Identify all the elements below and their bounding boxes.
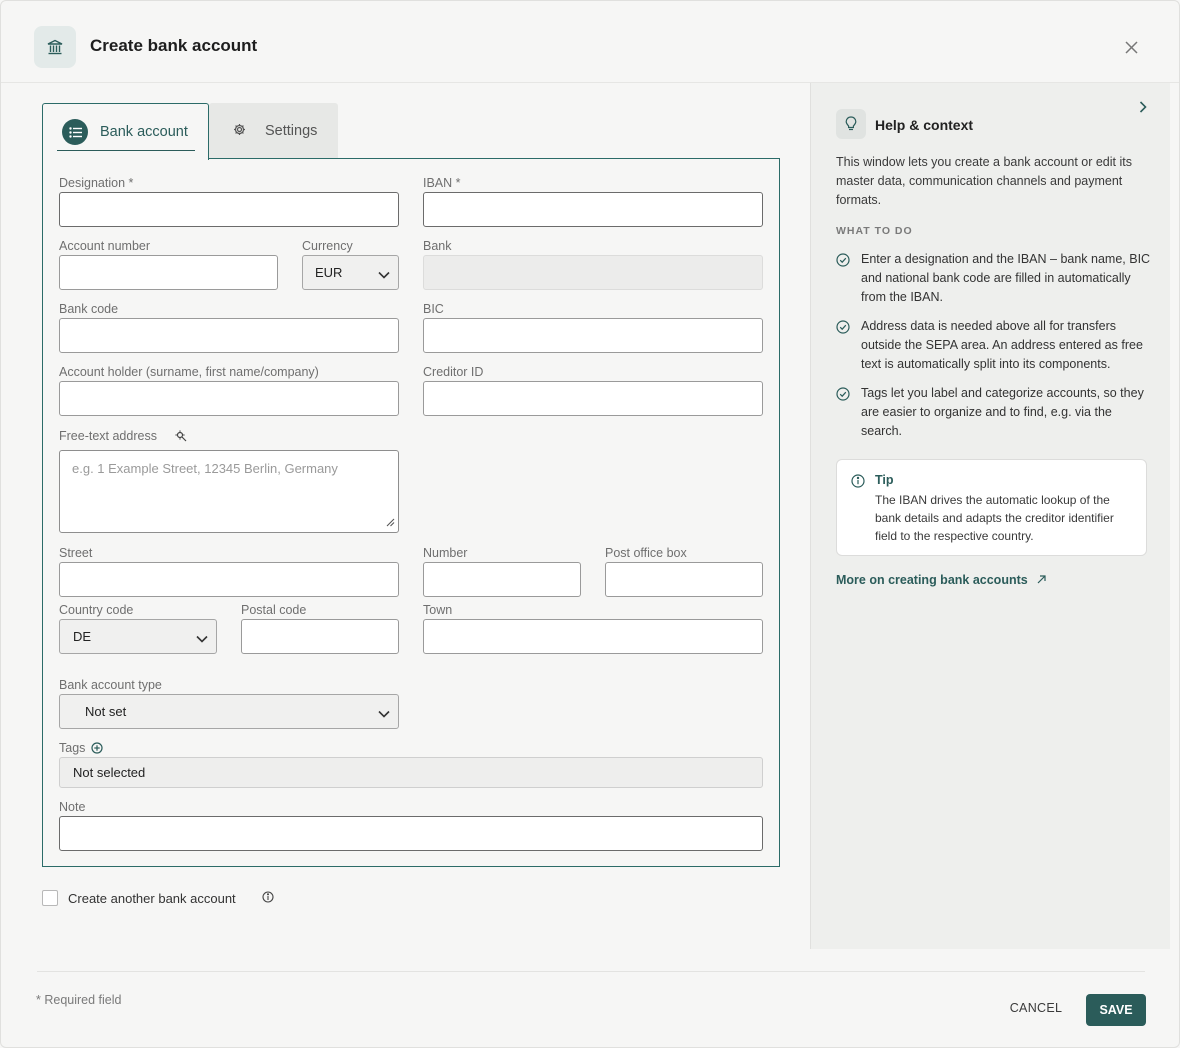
creditor-id-label: Creditor ID xyxy=(423,365,484,379)
help-step: Address data is needed above all for tra… xyxy=(836,317,1152,374)
cancel-button[interactable]: CANCEL xyxy=(1001,993,1071,1023)
tab-bank-account[interactable]: Bank account xyxy=(42,103,209,160)
help-link[interactable]: More on creating bank accounts xyxy=(836,573,1046,587)
free-text-address-label: Free-text address xyxy=(59,429,157,443)
close-icon[interactable] xyxy=(1119,35,1143,59)
account-holder-field[interactable] xyxy=(59,381,399,416)
bank-code-label: Bank code xyxy=(59,302,119,316)
info-icon[interactable] xyxy=(262,891,274,906)
tab-label: Settings xyxy=(265,123,318,139)
external-link-icon xyxy=(1037,573,1046,587)
bank-code-field[interactable] xyxy=(59,318,399,353)
add-tag-icon[interactable] xyxy=(91,742,103,757)
note-label: Note xyxy=(59,800,86,814)
note-field[interactable] xyxy=(59,816,763,851)
check-circle-icon xyxy=(836,320,850,340)
magic-wand-icon[interactable] xyxy=(175,430,187,445)
tab-underline xyxy=(57,150,195,151)
tags-value: Not selected xyxy=(73,765,146,780)
help-step: Tags let you label and categorize accoun… xyxy=(836,384,1152,441)
account-number-label: Account number xyxy=(59,239,151,253)
iban-label: IBAN * xyxy=(423,176,461,190)
bank-icon xyxy=(34,26,76,68)
bic-label: BIC xyxy=(423,302,444,316)
tab-settings[interactable]: Settings xyxy=(209,103,338,159)
country-code-value: DE xyxy=(73,629,92,644)
chevron-down-icon xyxy=(378,267,390,282)
tip-box: Tip The IBAN drives the automatic lookup… xyxy=(836,459,1147,556)
dialog-header: Create bank account xyxy=(1,1,1179,83)
help-title: Help & context xyxy=(875,117,974,133)
country-code-label: Country code xyxy=(59,603,134,617)
help-step-text: Tags let you label and categorize accoun… xyxy=(861,386,1144,438)
check-circle-icon xyxy=(836,387,850,407)
what-to-do-heading: WHAT TO DO xyxy=(836,225,913,237)
tags-select[interactable]: Not selected xyxy=(59,757,763,788)
check-circle-icon xyxy=(836,253,850,273)
save-button[interactable]: SAVE xyxy=(1086,994,1146,1026)
creditor-id-field[interactable] xyxy=(423,381,763,416)
tab-label: Bank account xyxy=(100,124,188,140)
bank-label: Bank xyxy=(423,239,452,253)
currency-label: Currency xyxy=(302,239,353,253)
gear-icon xyxy=(233,123,246,140)
info-icon xyxy=(851,474,865,491)
bank-field xyxy=(423,255,763,290)
help-panel: Help & context This window lets you crea… xyxy=(810,83,1170,949)
postal-code-field[interactable] xyxy=(241,619,399,654)
free-text-address-field[interactable]: e.g. 1 Example Street, 12345 Berlin, Ger… xyxy=(59,450,399,533)
free-text-placeholder: e.g. 1 Example Street, 12345 Berlin, Ger… xyxy=(72,461,338,476)
account-type-select[interactable]: Not set xyxy=(59,694,399,729)
po-box-field[interactable] xyxy=(605,562,763,597)
lightbulb-icon xyxy=(836,109,866,139)
bic-field[interactable] xyxy=(423,318,763,353)
number-label: Number xyxy=(423,546,468,560)
resize-handle-icon[interactable] xyxy=(386,515,395,530)
create-another-label[interactable]: Create another bank account xyxy=(68,891,236,906)
chevron-right-icon[interactable] xyxy=(1139,101,1147,116)
account-type-value: Not set xyxy=(85,704,127,719)
postal-code-label: Postal code xyxy=(241,603,307,617)
currency-value: EUR xyxy=(315,265,343,280)
tip-text: The IBAN drives the automatic lookup of … xyxy=(875,493,1114,543)
tags-label: Tags xyxy=(59,741,86,755)
designation-field[interactable] xyxy=(59,192,399,227)
chevron-down-icon xyxy=(378,706,390,721)
country-code-select[interactable]: DE xyxy=(59,619,217,654)
chevron-down-icon xyxy=(196,631,208,646)
footer-divider xyxy=(37,971,1145,972)
designation-label: Designation * xyxy=(59,176,134,190)
help-step: Enter a designation and the IBAN – bank … xyxy=(836,250,1152,307)
help-link-text[interactable]: More on creating bank accounts xyxy=(836,573,1028,587)
currency-select[interactable]: EUR xyxy=(302,255,399,290)
account-type-label: Bank account type xyxy=(59,678,162,692)
help-step-text: Address data is needed above all for tra… xyxy=(861,319,1143,371)
dialog-title: Create bank account xyxy=(90,36,258,55)
town-field[interactable] xyxy=(423,619,763,654)
street-label: Street xyxy=(59,546,93,560)
create-bank-account-dialog: Create bank account Bank account Setting… xyxy=(0,0,1180,1048)
town-label: Town xyxy=(423,603,453,617)
street-field[interactable] xyxy=(59,562,399,597)
bank-account-form: Designation * IBAN * Account number Curr… xyxy=(42,158,780,867)
account-holder-label: Account holder (surname, first name/comp… xyxy=(59,365,319,379)
tip-title: Tip xyxy=(875,473,894,487)
number-field[interactable] xyxy=(423,562,581,597)
iban-field[interactable] xyxy=(423,192,763,227)
help-step-text: Enter a designation and the IBAN – bank … xyxy=(861,252,1151,304)
list-icon xyxy=(62,119,88,145)
account-number-field[interactable] xyxy=(59,255,278,290)
create-another-checkbox[interactable] xyxy=(42,890,58,906)
po-box-label: Post office box xyxy=(605,546,687,560)
help-intro: This window lets you create a bank accou… xyxy=(836,155,1132,207)
required-field-note: * Required field xyxy=(36,993,122,1007)
